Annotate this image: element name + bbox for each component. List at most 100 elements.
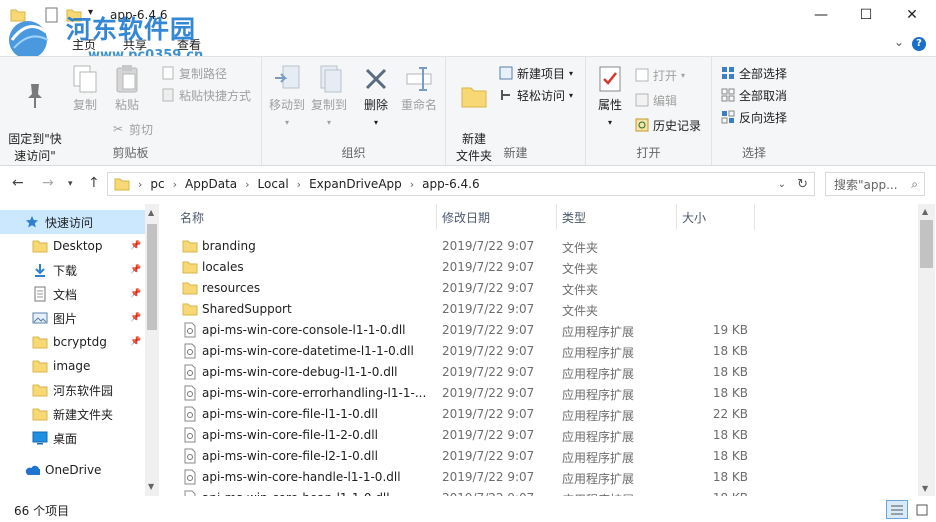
address-bar[interactable]: › pc › AppData › Local › ExpanDriveApp ›… (107, 172, 815, 196)
copy-path-label: 复制路径 (179, 66, 228, 81)
scroll-down-icon[interactable]: ▼ (148, 482, 154, 491)
file-row[interactable]: branding 2019/7/22 9:07 文件夹 (164, 236, 918, 257)
file-list-scrollbar[interactable]: ▲ ▼ (918, 204, 935, 496)
file-row[interactable]: api-ms-win-core-file-l1-1-0.dll 2019/7/22… (164, 404, 918, 425)
paste-shortcut-button[interactable]: 粘贴快捷方式 (160, 85, 251, 105)
folder-icon (182, 301, 198, 317)
sidebar-item[interactable]: 下载 📌 (0, 258, 145, 282)
search-box[interactable]: 搜索"app... ⌕ (825, 172, 925, 196)
file-row[interactable]: api-ms-win-core-console-l1-1-0.dll 2019/7… (164, 320, 918, 341)
column-divider[interactable] (556, 204, 557, 230)
item-count: 66 个项目 (14, 504, 70, 518)
invert-selection-icon (720, 109, 736, 125)
history-label: 历史记录 (653, 118, 702, 133)
file-row[interactable]: api-ms-win-core-file-l1-2-0.dll 2019/7/22… (164, 425, 918, 446)
copy-path-icon (160, 65, 176, 81)
move-to-button[interactable]: 移动到 ▾ (266, 63, 308, 131)
breadcrumb-app-folder[interactable]: app-6.4.6 (418, 177, 483, 191)
sidebar-item[interactable]: 新建文件夹 (0, 402, 145, 426)
open-button[interactable]: 打开 ▾ (634, 65, 685, 85)
copy-to-button[interactable]: 复制到 ▾ (308, 63, 350, 131)
delete-button[interactable]: 删除 ▾ (360, 63, 392, 131)
column-divider[interactable] (436, 204, 437, 230)
file-size: 18 KB (712, 386, 748, 400)
file-row[interactable]: resources 2019/7/22 9:07 文件夹 (164, 278, 918, 299)
scroll-down-icon[interactable]: ▼ (922, 484, 928, 493)
copy-label: 复制 (72, 98, 97, 112)
refresh-icon[interactable]: ↻ (797, 177, 808, 192)
file-type: 应用程序扩展 (562, 472, 635, 486)
file-type: 应用程序扩展 (562, 367, 635, 381)
history-button[interactable]: 历史记录 (634, 115, 701, 135)
address-dropdown-icon[interactable]: ⌄ (778, 179, 786, 190)
breadcrumb-appdata[interactable]: AppData (181, 177, 241, 191)
sidebar-scroll-thumb[interactable] (147, 224, 157, 330)
file-date: 2019/7/22 9:07 (442, 428, 535, 442)
file-row[interactable]: api-ms-win-core-errorhandling-l1-1-... 20… (164, 383, 918, 404)
invert-selection-button[interactable]: 反向选择 (720, 107, 787, 127)
sidebar-item[interactable]: 河东软件园 (0, 378, 145, 402)
file-list-scroll-thumb[interactable] (920, 220, 933, 268)
file-row[interactable]: SharedSupport 2019/7/22 9:07 文件夹 (164, 299, 918, 320)
copy-button[interactable]: 复制 (66, 63, 104, 114)
select-group: 全部选择 全部取消 反向选择 选择 (712, 57, 796, 165)
paste-shortcut-icon (160, 87, 176, 103)
column-header-date[interactable]: 修改日期 (442, 204, 490, 230)
column-divider[interactable] (754, 204, 755, 230)
copy-icon (69, 63, 101, 95)
pin-icon: 📌 (130, 289, 142, 299)
recent-locations-icon[interactable]: ▾ (68, 179, 73, 189)
back-arrow-icon[interactable]: ← (12, 175, 24, 191)
sidebar-item[interactable]: 文档 📌 (0, 282, 145, 306)
column-divider[interactable] (676, 204, 677, 230)
select-all-button[interactable]: 全部选择 (720, 63, 787, 83)
column-header-type[interactable]: 类型 (562, 204, 586, 230)
details-view-icon[interactable] (886, 500, 908, 519)
pin-icon: 📌 (130, 313, 142, 323)
help-icon[interactable]: ? (912, 37, 926, 51)
breadcrumb-pc[interactable]: pc (146, 177, 168, 191)
paste-button[interactable]: 粘贴 (108, 63, 146, 114)
sidebar-item[interactable]: Desktop 📌 (0, 234, 145, 258)
sidebar-item[interactable]: image (0, 354, 145, 378)
file-row[interactable]: api-ms-win-core-handle-l1-1-0.dll 2019/7/… (164, 467, 918, 488)
file-row[interactable]: api-ms-win-core-heap-l1-1-0.dll 2019/7/22… (164, 488, 918, 496)
file-row[interactable]: api-ms-win-core-file-l2-1-0.dll 2019/7/22… (164, 446, 918, 467)
maximize-button[interactable]: ☐ (843, 0, 889, 30)
scroll-up-icon[interactable]: ▲ (922, 207, 928, 216)
breadcrumb-local[interactable]: Local (254, 177, 293, 191)
sidebar-scrollbar[interactable]: ▲ ▼ (145, 204, 159, 496)
easy-access-button[interactable]: 轻松访问 ▾ (498, 85, 573, 105)
sidebar-item[interactable]: 快速访问 (0, 210, 145, 234)
dll-file-icon (182, 406, 198, 422)
file-row[interactable]: api-ms-win-core-datetime-l1-1-0.dll 2019/… (164, 341, 918, 362)
chevron-down-icon[interactable]: ⌄ (894, 35, 904, 49)
close-button[interactable]: ✕ (889, 0, 935, 30)
edit-button[interactable]: 编辑 (634, 90, 677, 110)
new-item-icon (498, 65, 514, 81)
file-row[interactable]: locales 2019/7/22 9:07 文件夹 (164, 257, 918, 278)
rename-button[interactable]: 重命名 (398, 63, 440, 114)
cut-button[interactable]: ✂ 剪切 (110, 119, 153, 139)
move-to-label: 移动到 (268, 98, 305, 112)
sidebar-item[interactable]: 图片 📌 (0, 306, 145, 330)
sidebar-item[interactable]: OneDrive (0, 458, 145, 482)
file-row[interactable]: api-ms-win-core-debug-l1-1-0.dll 2019/7/2… (164, 362, 918, 383)
copy-path-button[interactable]: 复制路径 (160, 63, 227, 83)
chevron-down-icon: ▾ (284, 118, 289, 127)
new-item-button[interactable]: 新建项目 ▾ (498, 63, 573, 83)
column-header-name[interactable]: 名称 (180, 204, 204, 230)
new-group: 新建 文件夹 新建项目 ▾ 轻松访问 ▾ 新建 (446, 57, 586, 165)
sidebar-item[interactable]: 桌面 (0, 426, 145, 450)
properties-button[interactable]: 属性 ▾ (592, 63, 628, 131)
minimize-button[interactable]: — (798, 0, 844, 30)
scroll-up-icon[interactable]: ▲ (148, 208, 154, 217)
move-to-icon (271, 63, 303, 95)
up-arrow-icon[interactable]: ↑ (88, 175, 100, 191)
column-header-size[interactable]: 大小 (682, 204, 706, 230)
large-icons-view-icon[interactable] (912, 500, 932, 519)
select-none-button[interactable]: 全部取消 (720, 85, 787, 105)
forward-arrow-icon[interactable]: → (42, 175, 54, 191)
sidebar-item[interactable]: bcryptdg 📌 (0, 330, 145, 354)
breadcrumb-expandriveapp[interactable]: ExpanDriveApp (305, 177, 406, 191)
